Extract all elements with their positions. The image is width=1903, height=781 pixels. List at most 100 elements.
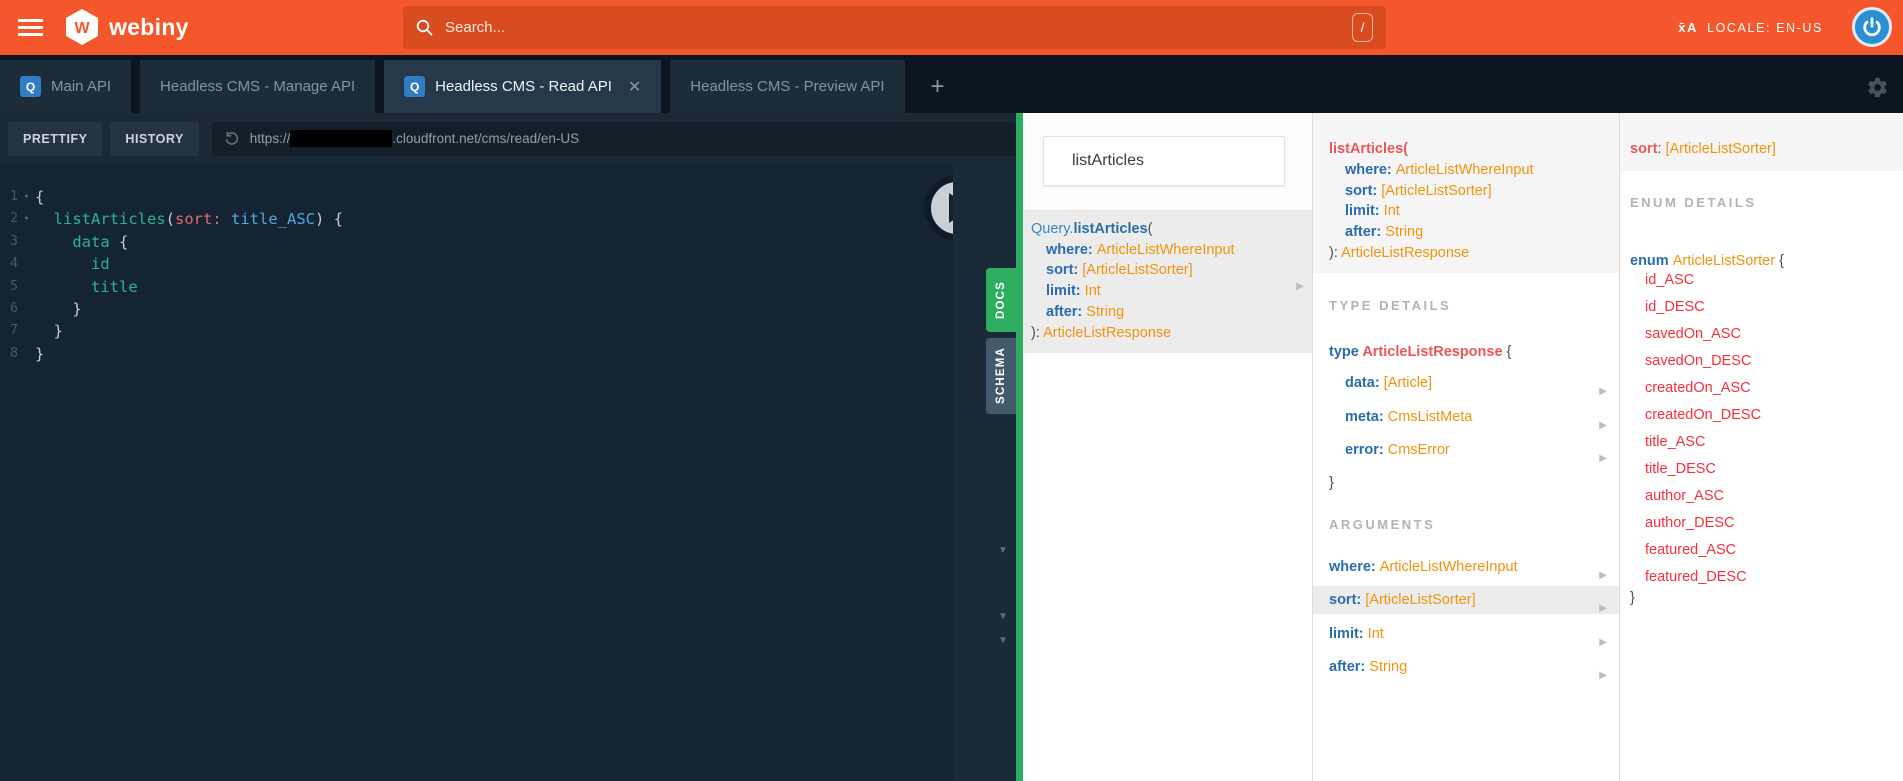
api-tab-headless-cms-read-api[interactable]: QHeadless CMS - Read API✕ [384,60,661,113]
line-number: 7 [0,320,18,342]
indent [35,255,91,273]
docs-search-area: listArticles [1023,113,1312,211]
code-token: } [54,322,63,340]
tab-label: Headless CMS - Read API [435,78,612,95]
line-number: 8 [0,343,18,365]
field-name: listArticles [1073,221,1147,237]
paren: ): [1031,325,1043,341]
query-qualifier: Query. [1031,221,1073,237]
expand-arrow-icon[interactable]: ▶ [1599,378,1607,406]
add-tab-button[interactable]: + [914,60,962,113]
result-pane: ▼ ▼ ▼ [953,164,1016,781]
arg-type: String [1086,304,1124,320]
api-tab-headless-cms-preview-api[interactable]: Headless CMS - Preview API [670,60,904,113]
code-token: listArticles [54,210,166,228]
brace: { [1775,253,1784,269]
refresh-icon [224,131,240,147]
argument-row-after[interactable]: after: String▶ [1313,653,1619,681]
expand-arrow-icon[interactable]: ▶ [1296,277,1304,298]
line-number: 1 [0,186,18,208]
arg-type: Int [1368,626,1384,642]
argument-row-sort[interactable]: sort: [ArticleListSorter]▶ [1313,586,1619,614]
url-suffix: .cloudfront.net/cms/read/en-US [392,131,579,146]
field-key: data: [1345,375,1384,391]
docs-tab[interactable]: DOCS [986,268,1016,332]
field-name: listArticles( [1329,141,1408,157]
enum-value-createdon_desc[interactable]: createdOn_DESC [1645,405,1761,425]
arg-type: ArticleListWhereInput [1380,559,1518,575]
api-tab-headless-cms-manage-api[interactable]: Headless CMS - Manage API [140,60,375,113]
schema-tab[interactable]: SCHEMA [986,338,1016,414]
enum-panel-header: sort: [ArticleListSorter] [1620,113,1903,171]
history-button[interactable]: HISTORY [110,122,198,156]
signature-return: ): ArticleListResponse [1329,243,1619,264]
enum-value-featured_desc[interactable]: featured_DESC [1645,567,1747,587]
signature-arg: where: ArticleListWhereInput [1031,240,1304,261]
type-close-brace: } [1329,473,1334,493]
hamburger-menu-icon[interactable] [18,19,43,40]
code-text: listArticles(sort: title_ASC) { [35,208,343,230]
prettify-button[interactable]: PRETTIFY [8,122,102,156]
arg-type: Int [1384,203,1400,219]
settings-gear-icon[interactable] [1866,76,1889,99]
field-type: CmsListMeta [1388,409,1473,425]
enum-value-author_desc[interactable]: author_DESC [1645,513,1734,533]
docs-search-input[interactable]: listArticles [1043,136,1285,186]
arg-key: where: [1345,162,1396,178]
code-token: id [91,255,110,273]
schema-tab-label: SCHEMA [995,347,1007,404]
type-field-row[interactable]: meta: CmsListMeta▶ [1313,403,1619,431]
enum-value-title_asc[interactable]: title_ASC [1645,432,1705,452]
enum-declaration: enum ArticleListSorter { [1630,251,1784,271]
argument-row-where[interactable]: where: ArticleListWhereInput▶ [1313,553,1619,581]
signature-arg: where: ArticleListWhereInput [1329,160,1619,181]
enum-value-savedon_desc[interactable]: savedOn_DESC [1645,351,1751,371]
type-field-row[interactable]: error: CmsError▶ [1313,436,1619,464]
enum-value-savedon_asc[interactable]: savedOn_ASC [1645,324,1741,344]
signature-arg: limit: Int [1031,281,1304,302]
code-line: 5 title [0,276,343,298]
scroll-marker-icon: ▼ [998,611,1008,622]
type-name: ArticleListResponse [1362,344,1502,360]
signature-head: Query.listArticles( [1031,219,1304,240]
signature-arg: sort: [ArticleListSorter] [1031,260,1304,281]
argument-row-limit[interactable]: limit: Int▶ [1313,620,1619,648]
enum-value-createdon_asc[interactable]: createdOn_ASC [1645,378,1751,398]
api-tab-main-api[interactable]: QMain API [0,60,131,113]
user-avatar[interactable] [1852,7,1892,47]
enum-name: ArticleListSorter [1673,253,1775,269]
code-token: { [324,210,343,228]
enum-value-id_desc[interactable]: id_DESC [1645,297,1705,317]
expand-arrow-icon[interactable]: ▶ [1599,445,1607,473]
close-tab-icon[interactable]: ✕ [628,77,641,97]
docs-search-value: listArticles [1072,152,1144,170]
line-number: 5 [0,276,18,298]
expand-arrow-icon[interactable]: ▶ [1599,662,1607,690]
expand-arrow-icon[interactable]: ▶ [1599,595,1607,623]
code-token: } [72,300,81,318]
search-input[interactable]: Search... / [403,6,1386,49]
enum-value-id_asc[interactable]: id_ASC [1645,270,1694,290]
svg-text:W: W [74,20,90,37]
enum-value-author_asc[interactable]: author_ASC [1645,486,1724,506]
enum-value-title_desc[interactable]: title_DESC [1645,459,1716,479]
enum-header-key: sort [1630,141,1657,157]
arg-key: sort: [1329,592,1365,608]
docs-tab-label: DOCS [995,281,1007,319]
type-field-row[interactable]: data: [Article]▶ [1313,369,1619,397]
query-editor[interactable]: 1▾{2▾ listArticles(sort: title_ASC) {3 d… [0,164,953,781]
arg-type: [ArticleListSorter] [1082,262,1192,278]
code-token: { [35,188,44,206]
indent [35,322,54,340]
query-signature-item[interactable]: Query.listArticles(where: ArticleListWhe… [1023,211,1312,353]
url-prefix: https:// [250,131,291,146]
tab-label: Main API [51,78,111,95]
enum-value-featured_asc[interactable]: featured_ASC [1645,540,1736,560]
docs-divider[interactable] [1016,113,1023,781]
type-declaration: type ArticleListResponse { [1329,342,1511,362]
code-token: title_ASC [231,210,315,228]
locale-selector[interactable]: x̄A LOCALE: EN-US [1678,0,1823,55]
field-key: error: [1345,442,1388,458]
endpoint-url-bar[interactable]: https:// .cloudfront.net/cms/read/en-US [212,122,1016,156]
signature-arg: after: String [1031,302,1304,323]
